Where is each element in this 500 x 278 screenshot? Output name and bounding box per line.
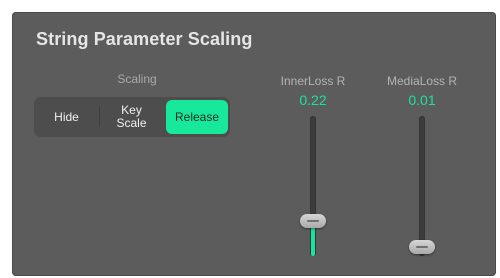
panel-title: String Parameter Scaling (36, 29, 253, 49)
innerloss-r-value: 0.22 (299, 92, 327, 108)
innerloss-r-slider-thumb[interactable] (300, 213, 326, 228)
scaling-label: Scaling (117, 72, 157, 86)
scaling-key-scale-button[interactable]: Key Scale (99, 97, 164, 137)
medialoss-r-value: 0.01 (408, 92, 436, 108)
scaling-hide-button[interactable]: Hide (34, 97, 99, 137)
scaling-segmented-control: Hide Key Scale Release (34, 97, 230, 137)
medialoss-r-slider-thumb[interactable] (409, 239, 435, 254)
innerloss-r-group: InnerLoss R 0.22 (273, 74, 353, 108)
medialoss-r-label: MediaLoss R (386, 74, 458, 88)
medialoss-r-slider-track[interactable] (419, 116, 425, 256)
innerloss-r-label: InnerLoss R (280, 74, 346, 88)
innerloss-r-slider-track[interactable] (310, 116, 316, 256)
medialoss-r-group: MediaLoss R 0.01 (382, 74, 462, 108)
scaling-release-button[interactable]: Release (166, 100, 228, 134)
string-parameter-scaling-panel: String Parameter Scaling Scaling Hide Ke… (12, 12, 496, 276)
